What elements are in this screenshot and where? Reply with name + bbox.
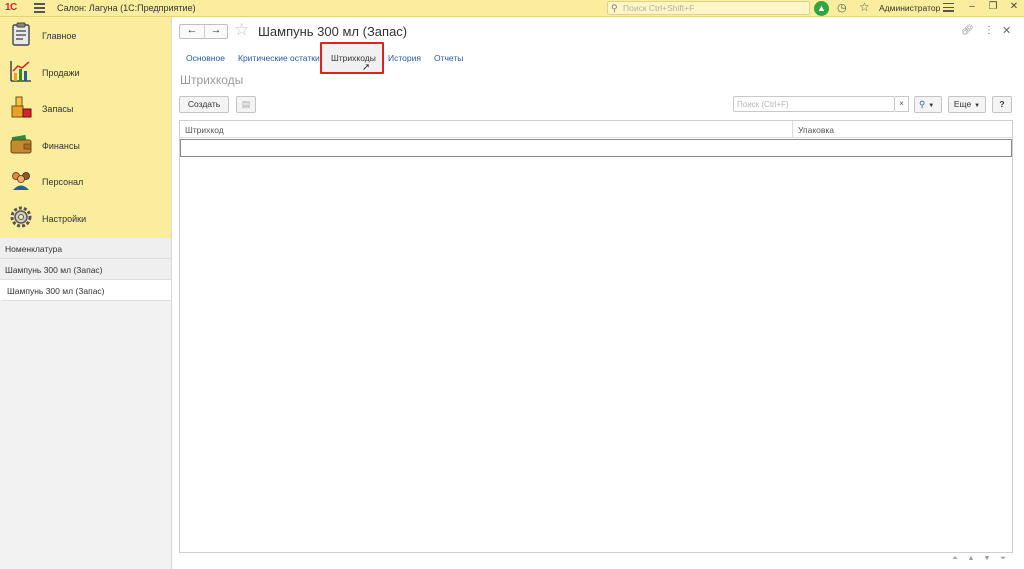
sections-panel: Главное Продажи Запасы Финансы Персонал … [0,17,171,238]
search-icon: ⚲ [611,3,618,13]
scroll-top-icon[interactable]: ⏶ [948,553,962,565]
table-row[interactable] [180,139,1012,157]
section-title: Штрихкоды [180,73,244,87]
back-arrow-icon[interactable]: ← [180,24,204,36]
user-name[interactable]: Администратор [879,3,940,13]
clear-search-button[interactable]: × [895,96,909,112]
section-label: Персонал [42,177,84,187]
scroll-down-icon[interactable]: ▼ [980,553,994,565]
scroll-up-icon[interactable]: ▲ [964,553,978,565]
table-header: Штрихкод Упаковка [180,121,1012,138]
print-button[interactable]: ▤ [236,96,256,113]
gear-icon [10,206,32,227]
section-label: Продажи [42,67,80,78]
section-label: Главное [42,31,77,41]
sidebar: Главное Продажи Запасы Финансы Персонал … [0,17,172,569]
global-search-placeholder: Поиск Ctrl+Shift+F [623,3,695,13]
section-settings[interactable]: Настройки [0,200,171,237]
section-inventory[interactable]: Запасы [0,90,171,127]
search-icon: ⚲ [919,99,926,109]
search-button[interactable]: ⚲ ▼ [914,96,942,113]
search-input[interactable] [733,96,895,112]
1c-logo: 1С [5,2,17,13]
tab-critical-stock[interactable]: Критические остатки [238,53,320,63]
notifications-icon[interactable]: ▲ [814,1,829,16]
column-header-package[interactable]: Упаковка [798,125,834,135]
history-icon[interactable]: ◷ [837,1,847,14]
tab-reports[interactable]: Отчеты [434,53,463,63]
form-title: Шампунь 300 мл (Запас) [258,24,408,39]
inventory-icon [11,96,32,118]
restore-icon[interactable]: ❐ [987,1,999,12]
nav-item-open-form-active[interactable]: Шампунь 300 мл (Запас) [0,280,171,301]
favorites-star-icon[interactable]: ☆ [859,0,870,14]
wallet-icon [10,134,32,153]
more-button[interactable]: Еще ▼ [948,96,986,113]
chevron-down-icon: ▼ [974,103,981,109]
tab-main[interactable]: Основное [186,53,225,63]
search-field[interactable] [734,97,894,111]
top-bar: 1С Салон: Лагуна (1С:Предприятие) ⚲ Поис… [0,0,1024,17]
section-label: Финансы [42,140,80,151]
close-form-icon[interactable]: ✕ [1002,24,1011,37]
people-icon [12,172,30,190]
barcodes-table: Штрихкод Упаковка [179,120,1013,553]
close-window-icon[interactable]: ✕ [1008,1,1020,12]
main-form: ← → ☆ Шампунь 300 мл (Запас) 🔗︎ ⋮ ✕ Осно… [172,17,1024,569]
section-main[interactable]: Главное [0,17,171,54]
mouse-cursor-icon: ➚ [362,62,371,73]
forward-arrow-icon[interactable]: → [204,24,228,36]
history-nav: ← → [179,24,228,39]
help-button[interactable]: ? [992,96,1012,113]
minimize-icon[interactable]: – [966,1,978,12]
create-button[interactable]: Создать [179,96,229,113]
section-label: Настройки [42,213,87,224]
app-title: Салон: Лагуна (1С:Предприятие) [57,3,196,13]
nav-item-open-form[interactable]: Шампунь 300 мл (Запас) [0,259,171,280]
link-icon[interactable]: 🔗︎ [961,25,974,36]
more-label: Еще [953,99,972,109]
settings-menu-icon[interactable] [943,3,954,13]
global-search-input[interactable]: ⚲ Поиск Ctrl+Shift+F [607,1,810,15]
section-sales[interactable]: Продажи [0,54,171,91]
sales-chart-icon [10,60,31,82]
scroll-bottom-icon[interactable]: ⏷ [996,553,1010,565]
favorite-star-icon[interactable]: ☆ [234,20,249,40]
section-finance[interactable]: Финансы [0,127,171,164]
clipboard-icon [12,22,30,46]
printer-icon: ▤ [241,99,251,109]
column-header-barcode[interactable]: Штрихкод [185,125,224,135]
section-personnel[interactable]: Персонал [0,163,171,200]
tab-history[interactable]: История [388,53,421,63]
menu-icon[interactable] [34,3,45,13]
section-label: Запасы [42,104,74,114]
more-vertical-icon[interactable]: ⋮ [984,25,994,36]
chevron-down-icon: ▼ [928,103,935,109]
nav-item-nomenclature[interactable]: Номенклатура [0,238,171,259]
